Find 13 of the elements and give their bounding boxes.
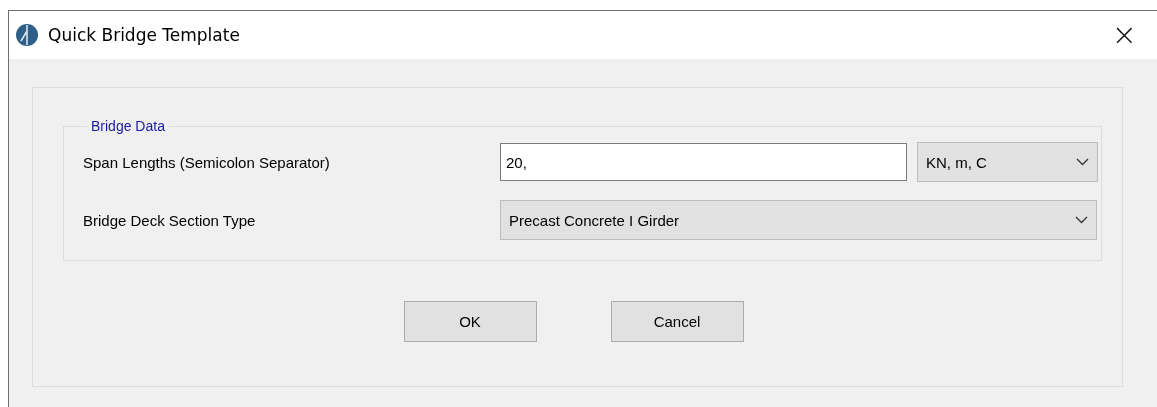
ok-button[interactable]: OK [403, 301, 537, 342]
chevron-down-icon [1075, 216, 1088, 224]
field-label: Span Lengths (Semicolon Separator) [83, 153, 331, 171]
window-title: Quick Bridge Template [48, 25, 241, 45]
span-lengths-field[interactable]: 20, [500, 143, 907, 181]
cancel-button[interactable]: Cancel [610, 301, 744, 342]
app-logo-icon [15, 23, 39, 47]
section-type-dropdown[interactable]: Precast Concrete I Girder [500, 200, 1097, 240]
units-dropdown[interactable]: KN, m, C [917, 142, 1098, 182]
group-title: Bridge Data [90, 118, 166, 134]
chevron-down-icon [1076, 158, 1089, 166]
close-button[interactable]: × [1105, 20, 1143, 50]
field-label: Bridge Deck Section Type [83, 211, 257, 229]
